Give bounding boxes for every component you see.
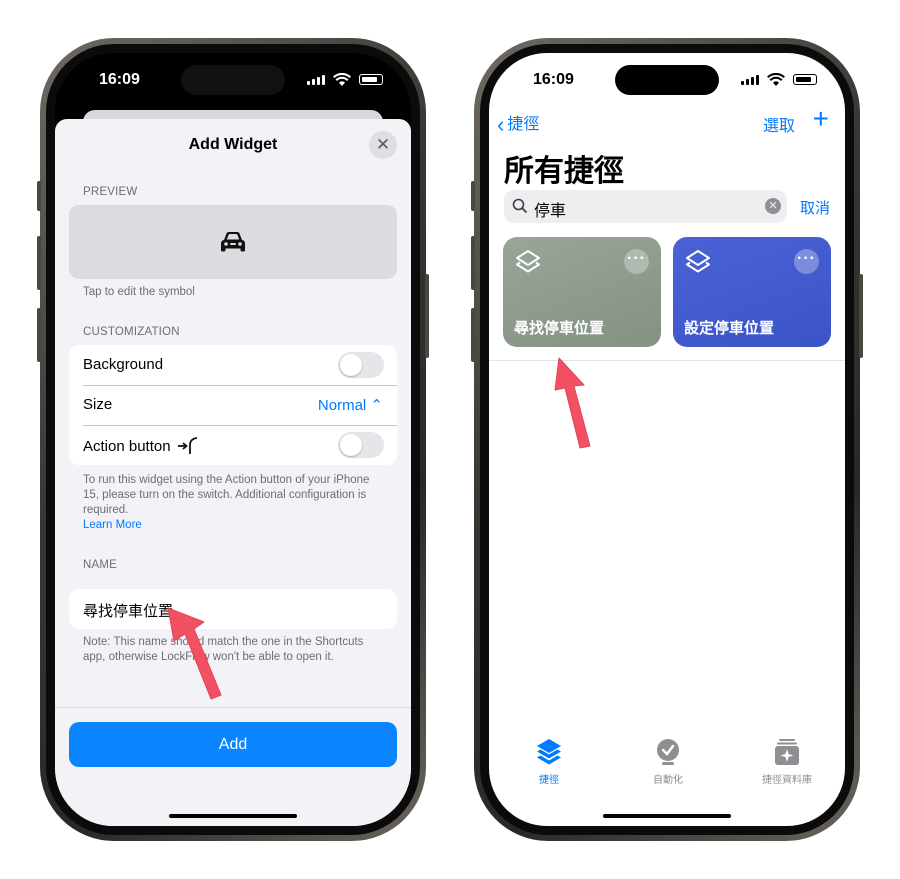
gallery-icon [775, 739, 799, 765]
status-time: 16:09 [99, 71, 140, 88]
name-field[interactable]: 尋找停車位置 [69, 589, 397, 629]
status-bar: 16:09 [489, 53, 845, 101]
arrow-pointer-left [167, 607, 222, 700]
signal-icon [307, 75, 325, 85]
page-title: 所有捷徑 [504, 155, 624, 188]
action-button-label: Action button [83, 436, 199, 455]
size-label: Size [83, 396, 113, 413]
left-phone: 16:09 Add Widget ✕ PREVIEW Tap to edit t… [37, 38, 429, 841]
action-button-icon [177, 437, 197, 454]
side-button [37, 181, 41, 211]
action-footnote: To run this widget using the Action butt… [83, 473, 381, 533]
action-note-text: To run this widget using the Action butt… [83, 474, 370, 516]
shortcut-name: 尋找停車位置 [514, 320, 605, 337]
shortcuts-icon [686, 250, 710, 273]
wifi-icon [333, 73, 351, 86]
action-button-text: Action button [83, 438, 171, 455]
size-row[interactable]: Size Normal ⌃ [69, 385, 397, 425]
sheet-title: Add Widget [188, 136, 278, 153]
preview-header: PREVIEW [83, 186, 138, 198]
car-icon [221, 232, 245, 252]
power-button [859, 274, 863, 358]
arrow-pointer-right [554, 357, 591, 449]
battery-icon [793, 74, 817, 85]
more-icon[interactable]: ··· [624, 249, 649, 274]
volume-up-button [37, 236, 41, 290]
shortcut-tile[interactable]: ··· 設定停車位置 [673, 237, 831, 347]
volume-down-button [37, 308, 41, 362]
shortcuts-stack-icon [537, 739, 561, 765]
right-phone: 16:09 ‹ 捷徑 選取 + 所有捷徑 停車 ✕ 取消 ··· 尋找停車位置 … [471, 38, 863, 841]
back-label: 捷徑 [507, 116, 540, 133]
tab-bar: 捷徑 自動化 捷徑資料庫 [489, 736, 845, 796]
shortcuts-icon [516, 250, 540, 273]
side-button [471, 181, 475, 211]
automation-clock-icon [657, 739, 679, 765]
tab-label: 自動化 [653, 775, 683, 786]
select-button[interactable]: 選取 [763, 112, 795, 136]
add-widget-sheet: Add Widget ✕ PREVIEW Tap to edit the sym… [55, 119, 411, 826]
dynamic-island [615, 65, 719, 95]
action-button-toggle[interactable] [338, 432, 384, 458]
search-query: 停車 [534, 203, 567, 220]
customization-header: CUSTOMIZATION [83, 326, 180, 338]
back-button[interactable]: ‹ 捷徑 [497, 110, 539, 138]
divider [489, 360, 845, 361]
tab-label: 捷徑資料庫 [762, 775, 812, 786]
clear-search-icon[interactable]: ✕ [765, 198, 781, 214]
power-button [425, 274, 429, 358]
cancel-button[interactable]: 取消 [800, 197, 830, 218]
dynamic-island [181, 65, 285, 95]
action-button-row: Action button [69, 425, 397, 465]
signal-icon [741, 75, 759, 85]
battery-icon [359, 74, 383, 85]
chevron-left-icon: ‹ [497, 112, 505, 137]
background-row: Background [69, 345, 397, 385]
close-icon[interactable]: ✕ [369, 131, 397, 159]
learn-more-link[interactable]: Learn More [83, 519, 142, 531]
status-time: 16:09 [533, 71, 574, 88]
left-screen: 16:09 Add Widget ✕ PREVIEW Tap to edit t… [55, 53, 411, 826]
name-header: NAME [83, 559, 118, 571]
customization-group: Background Size Normal ⌃ Action button [69, 345, 397, 465]
wifi-icon [767, 73, 785, 86]
more-icon[interactable]: ··· [794, 249, 819, 274]
background-label: Background [83, 356, 164, 373]
search-input[interactable]: 停車 ✕ [504, 190, 787, 223]
name-footnote: Note: This name should match the one in … [83, 636, 364, 663]
right-screen: 16:09 ‹ 捷徑 選取 + 所有捷徑 停車 ✕ 取消 ··· 尋找停車位置 … [489, 53, 845, 826]
add-button[interactable]: Add [69, 722, 397, 767]
status-bar: 16:09 [55, 53, 411, 101]
preview-box[interactable] [69, 205, 397, 279]
bottom-bar: Add [55, 707, 411, 826]
volume-up-button [471, 236, 475, 290]
home-indicator [603, 814, 731, 818]
plus-icon[interactable]: + [813, 103, 829, 135]
background-toggle[interactable] [338, 352, 384, 378]
search-icon [512, 198, 528, 214]
volume-down-button [471, 308, 475, 362]
shortcut-tile[interactable]: ··· 尋找停車位置 [503, 237, 661, 347]
size-value[interactable]: Normal ⌃ [318, 396, 383, 414]
tab-label: 捷徑 [539, 775, 559, 786]
shortcut-name: 設定停車位置 [684, 320, 775, 337]
preview-footnote: Tap to edit the symbol [83, 286, 195, 298]
home-indicator [169, 814, 297, 818]
